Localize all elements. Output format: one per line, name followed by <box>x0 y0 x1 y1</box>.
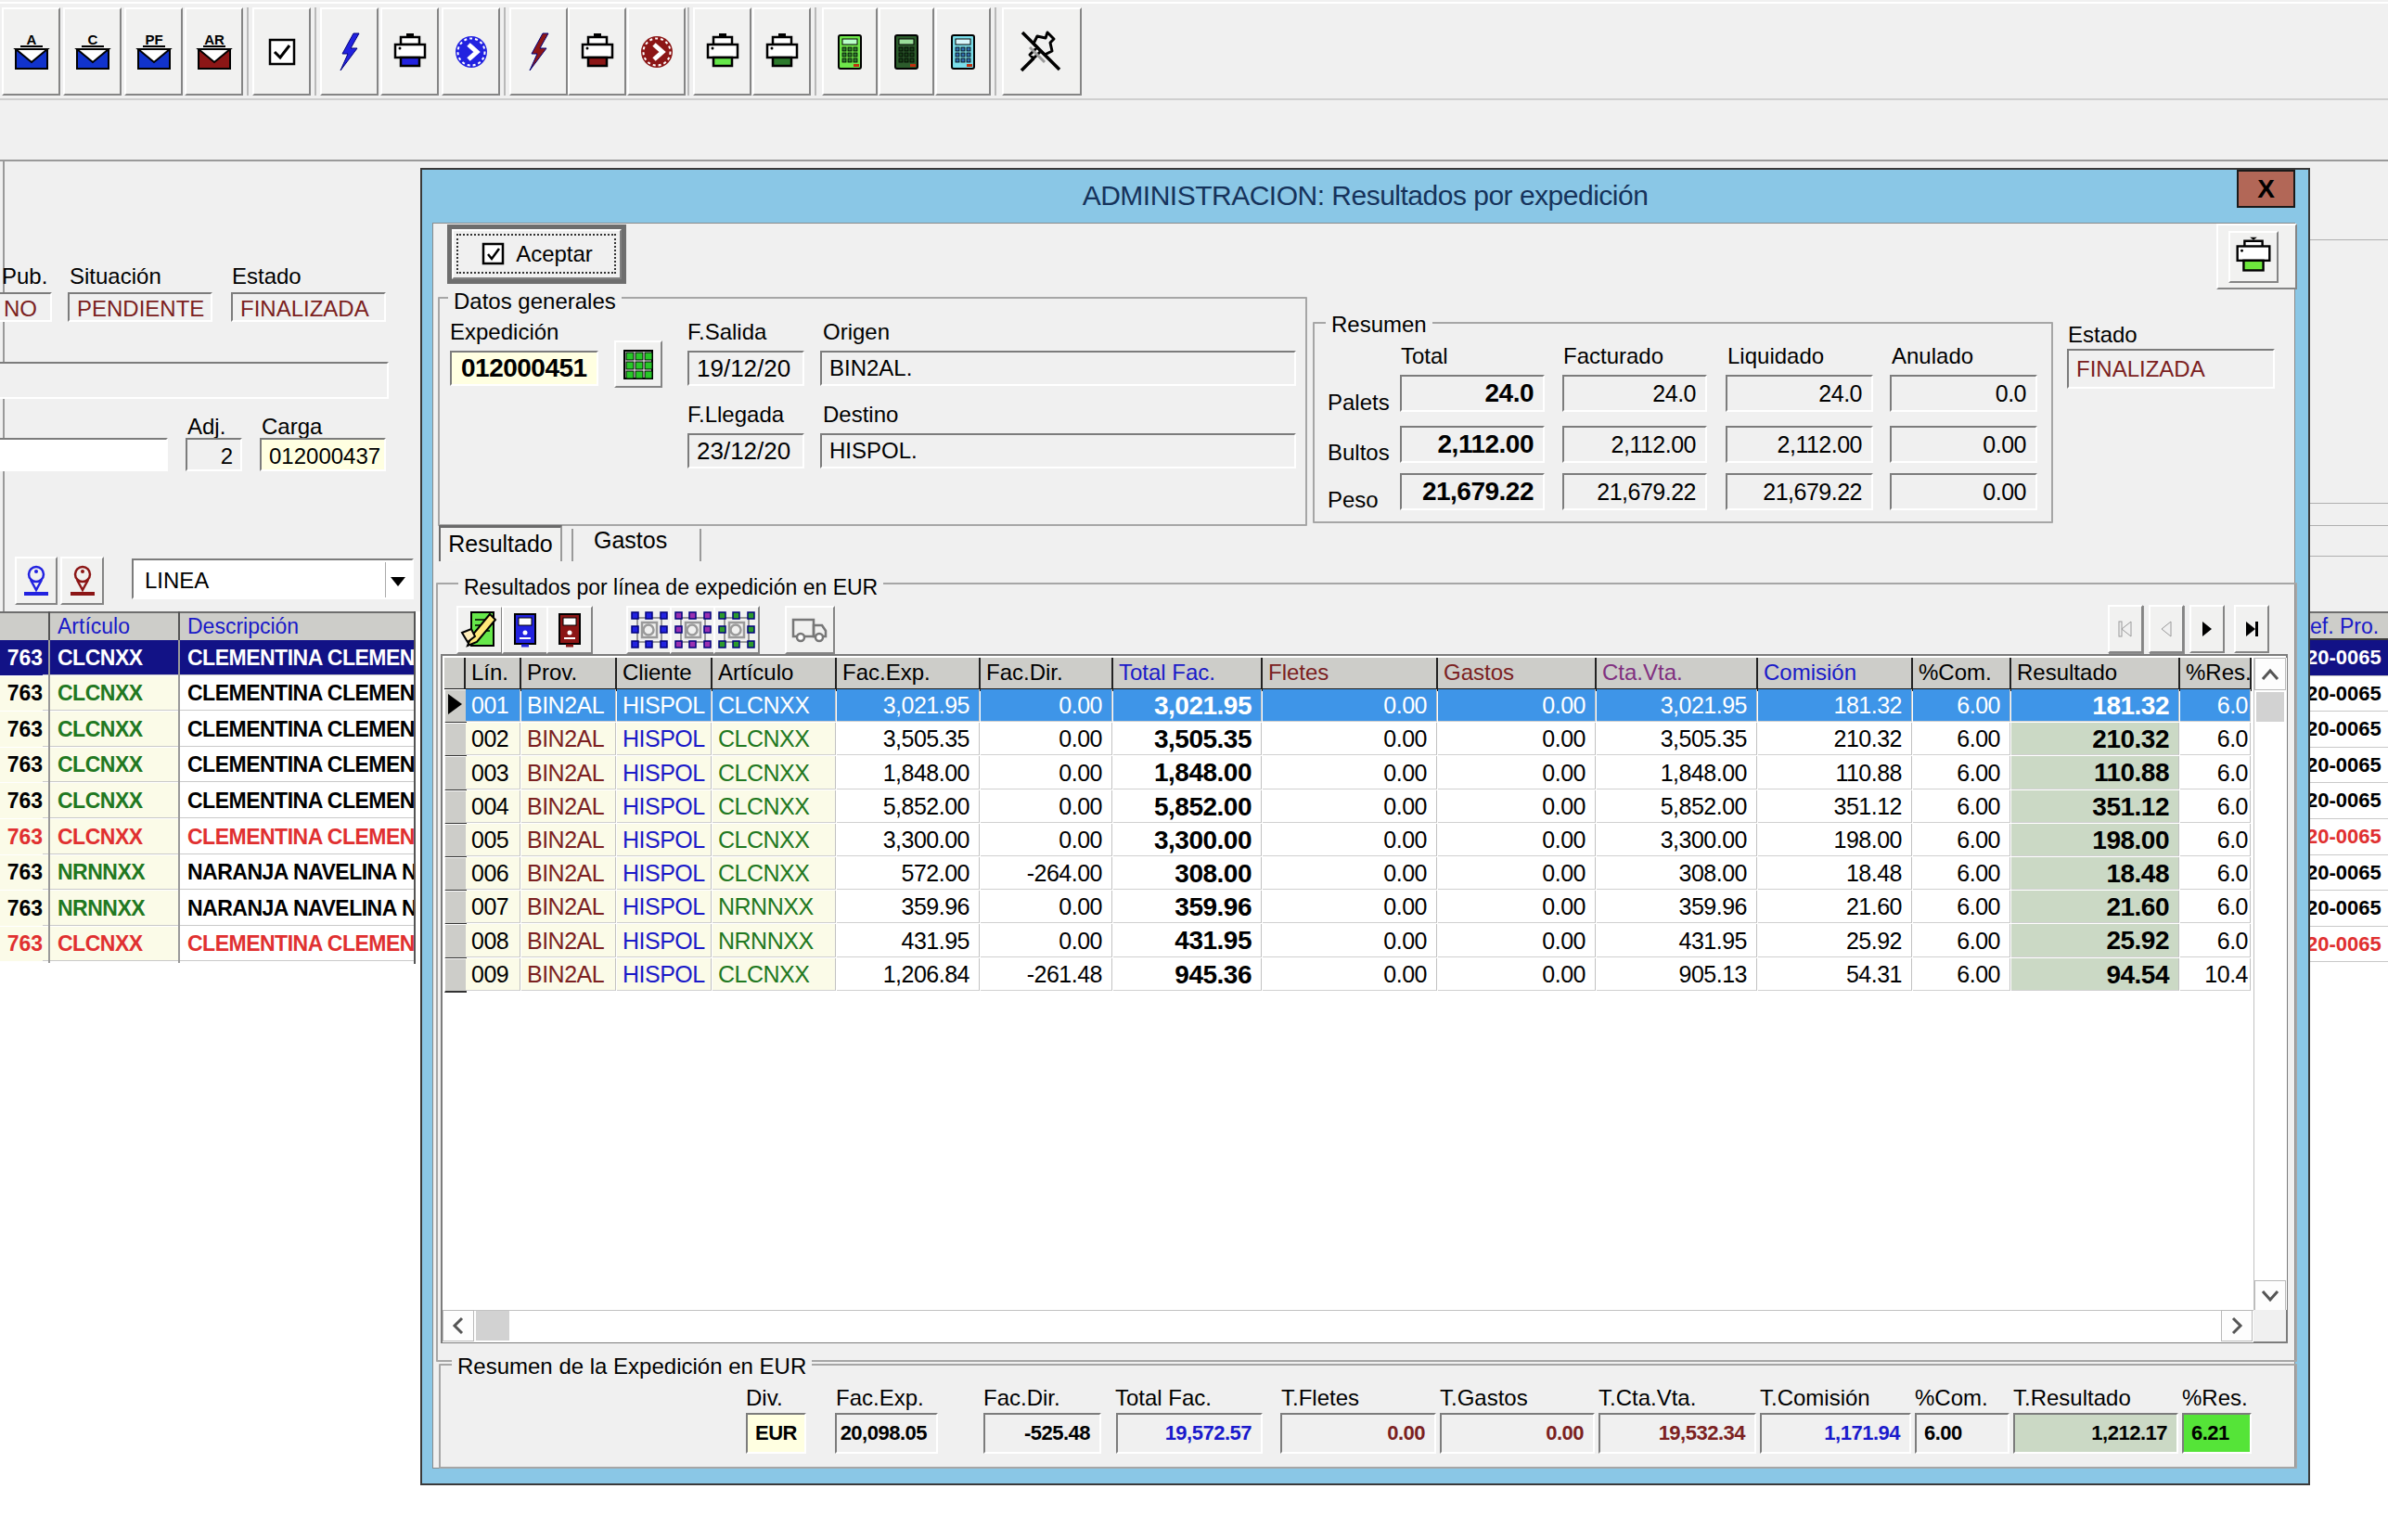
svg-text:AR: AR <box>204 32 225 47</box>
svg-text:C: C <box>87 32 97 47</box>
svg-text:A: A <box>26 32 36 47</box>
svg-text:PF: PF <box>145 32 162 47</box>
